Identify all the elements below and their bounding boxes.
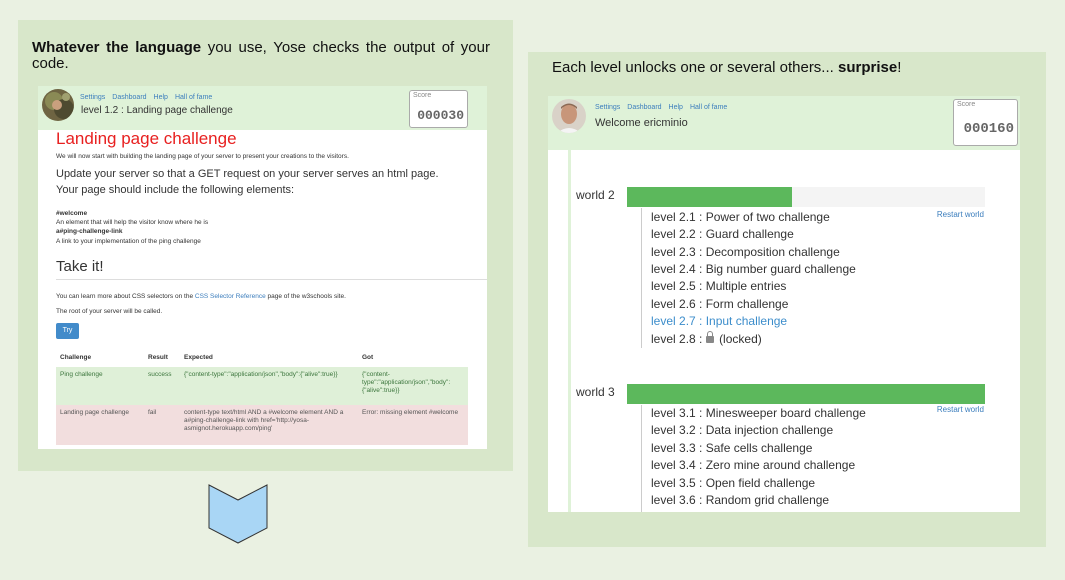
level-label: level 2.8 :	[651, 332, 703, 346]
left-caption: Whatever the language you use, Yose chec…	[32, 40, 490, 72]
nav-help[interactable]: Help	[154, 94, 168, 101]
level-page-screenshot: Settings Dashboard Help Hall of fame level …	[38, 86, 487, 449]
root-text: The root of your server will be called.	[56, 308, 163, 315]
level-title: level 1.2 : Landing page challenge	[81, 105, 233, 116]
table-header-row: Challenge Result Expected Got	[56, 347, 468, 367]
row-challenge: Landing page challenge	[56, 405, 144, 445]
level-item-active[interactable]: level 2.7 : Input challenge	[651, 314, 787, 328]
task-line-1: Update your server so that a GET request…	[56, 168, 439, 180]
css-selector-reference-link[interactable]: CSS Selector Reference	[195, 293, 266, 300]
level-item[interactable]: level 2.6 : Form challenge	[651, 297, 788, 311]
challenge-title: Landing page challenge	[56, 129, 237, 148]
locked-label: (locked)	[719, 332, 762, 346]
element-ping-link-desc: A link to your implementation of the pin…	[56, 238, 201, 245]
row-got: Error: missing element #welcome	[358, 405, 468, 445]
col-got: Got	[362, 353, 374, 361]
level-item[interactable]: level 3.5 : Open field challenge	[651, 476, 815, 490]
world-label: world 3	[576, 385, 615, 399]
caption-bold: Whatever the language	[32, 39, 202, 56]
world-progress-fill	[627, 187, 792, 207]
right-panel: Each level unlocks one or several others…	[528, 52, 1046, 547]
score-box: Score 000030	[409, 90, 468, 128]
level-item[interactable]: level 3.3 : Safe cells challenge	[651, 441, 812, 455]
nav-dashboard[interactable]: Dashboard	[627, 104, 661, 111]
nav-dashboard[interactable]: Dashboard	[112, 94, 146, 101]
dashboard-screenshot: Settings Dashboard Help Hall of fame Welcom…	[548, 96, 1020, 512]
nav-hall-of-fame[interactable]: Hall of fame	[690, 104, 727, 111]
row-result: fail	[144, 405, 180, 445]
nav-settings[interactable]: Settings	[595, 104, 620, 111]
score-value: 000030	[417, 108, 464, 123]
world-progress-track	[627, 384, 985, 404]
caption-bold: surprise	[837, 59, 898, 76]
col-result: Result	[148, 353, 168, 361]
element-ping-link-name: a#ping-challenge-link	[56, 228, 123, 235]
col-challenge: Challenge	[60, 353, 92, 361]
element-welcome-desc: An element that will help the visitor kn…	[56, 219, 209, 226]
challenge-intro: We will now start with building the land…	[56, 153, 349, 160]
table-row: Landing page challenge fail content-type…	[56, 405, 468, 445]
world-progress-track	[627, 187, 985, 207]
nav-settings[interactable]: Settings	[80, 94, 105, 101]
level-item[interactable]: level 2.1 : Power of two challenge	[651, 210, 830, 224]
page-header: Settings Dashboard Help Hall of fame level …	[38, 86, 487, 130]
avatar[interactable]	[552, 99, 586, 133]
nav-help[interactable]: Help	[669, 104, 683, 111]
level-item[interactable]: level 3.4 : Zero mine around challenge	[651, 458, 855, 472]
right-caption: Each level unlocks one or several others…	[552, 60, 901, 76]
element-welcome-name: #welcome	[56, 210, 88, 217]
left-rail	[568, 150, 571, 512]
learn-post: page of the w3schools site.	[265, 293, 346, 300]
restart-world-link[interactable]: Restart world	[937, 405, 984, 414]
level-item[interactable]: level 3.2 : Data injection challenge	[651, 423, 833, 437]
learn-more-text: You can learn more about CSS selectors o…	[56, 293, 346, 300]
row-expected: {"content-type":"application/json","body…	[180, 367, 358, 405]
level-item[interactable]: level 2.2 : Guard challenge	[651, 227, 794, 241]
caption-text: Each level unlocks one or several others…	[552, 59, 838, 76]
score-label: Score	[957, 101, 976, 108]
world-levels-rail	[641, 208, 642, 348]
down-arrow-icon	[208, 484, 268, 544]
learn-pre: You can learn more about CSS selectors o…	[56, 293, 195, 300]
page-header: Settings Dashboard Help Hall of fame Welcom…	[548, 96, 1020, 150]
col-expected: Expected	[184, 353, 213, 361]
caption-tail: !	[897, 59, 902, 76]
level-item[interactable]: level 3.6 : Random grid challenge	[651, 493, 829, 507]
lock-icon	[705, 331, 714, 343]
row-result: success	[144, 367, 180, 405]
score-label: Score	[413, 92, 432, 99]
table-row: Ping challenge success {"content-type":"…	[56, 367, 468, 405]
score-value: 000160	[963, 121, 1014, 137]
row-challenge: Ping challenge	[56, 367, 144, 405]
level-item[interactable]: level 2.4 : Big number guard challenge	[651, 262, 856, 276]
world-levels-rail	[641, 405, 642, 512]
nav-bar: Settings Dashboard Help Hall of fame	[80, 94, 219, 101]
welcome-title: Welcome ericminio	[595, 117, 688, 129]
world-label: world 2	[576, 188, 615, 202]
try-button[interactable]: Try	[56, 323, 79, 339]
nav-bar: Settings Dashboard Help Hall of fame	[595, 104, 734, 111]
left-panel: Whatever the language you use, Yose chec…	[18, 20, 513, 471]
level-item[interactable]: level 2.3 : Decomposition challenge	[651, 245, 840, 259]
row-got: {"content-type":"application/json","body…	[358, 367, 468, 405]
take-it-heading: Take it!	[56, 258, 104, 275]
level-item[interactable]: level 2.5 : Multiple entries	[651, 279, 786, 293]
task-line-2: Your page should include the following e…	[56, 184, 295, 196]
world-progress-fill	[627, 384, 985, 404]
level-item[interactable]: level 3.1 : Minesweeper board challenge	[651, 406, 866, 420]
nav-hall-of-fame[interactable]: Hall of fame	[175, 94, 212, 101]
restart-world-link[interactable]: Restart world	[937, 210, 984, 219]
score-box: Score 000160	[953, 99, 1018, 146]
results-table: Challenge Result Expected Got Ping chall…	[56, 347, 468, 445]
avatar[interactable]	[42, 89, 74, 121]
divider	[56, 279, 487, 280]
level-item-locked: level 2.8 : (locked)	[651, 331, 762, 346]
row-expected: content-type text/html AND a #welcome el…	[180, 405, 358, 445]
